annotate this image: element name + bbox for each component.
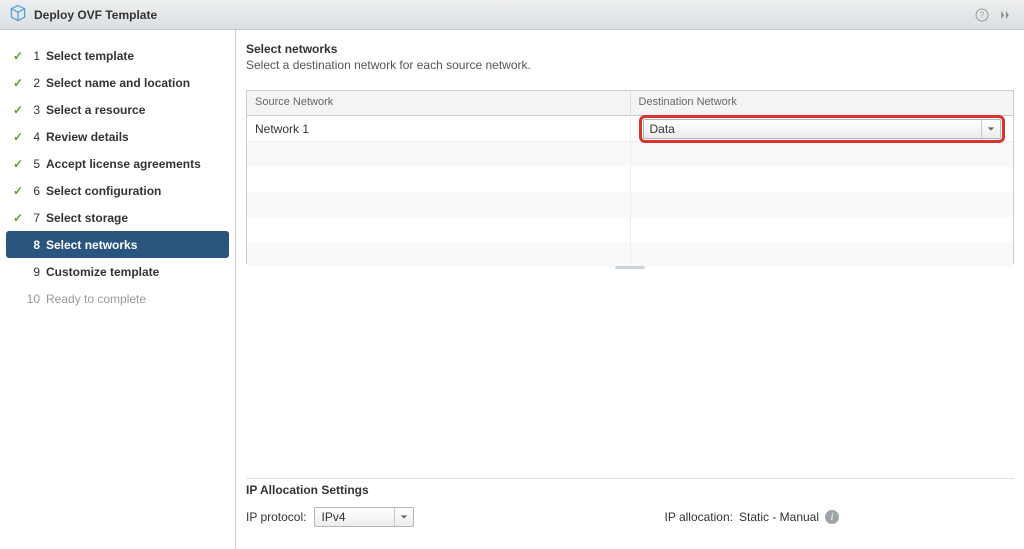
wizard-step-8[interactable]: 8Select networks: [6, 231, 229, 258]
check-icon: ✓: [10, 130, 26, 144]
step-label: Select configuration: [46, 184, 161, 198]
ovf-cube-icon: [8, 3, 28, 26]
wizard-steps-sidebar: ✓1Select template✓2Select name and locat…: [0, 30, 236, 549]
network-mapping-grid: Source Network Destination Network Netwo…: [246, 90, 1014, 264]
check-icon: ✓: [10, 76, 26, 90]
step-label: Select networks: [46, 238, 137, 252]
step-number: 4: [26, 130, 46, 144]
check-icon: ✓: [10, 211, 26, 225]
wizard-step-2[interactable]: ✓2Select name and location: [0, 69, 235, 96]
info-icon[interactable]: i: [825, 510, 839, 524]
check-icon: ✓: [10, 157, 26, 171]
step-label: Select template: [46, 49, 134, 63]
step-number: 9: [26, 265, 46, 279]
step-number: 6: [26, 184, 46, 198]
main-panel: Select networks Select a destination net…: [236, 30, 1024, 549]
page-description: Select a destination network for each so…: [246, 58, 1014, 72]
step-number: 3: [26, 103, 46, 117]
empty-row: [247, 242, 1013, 267]
step-label: Review details: [46, 130, 129, 144]
wizard-step-9[interactable]: 9Customize template: [0, 258, 235, 285]
step-number: 5: [26, 157, 46, 171]
step-number: 1: [26, 49, 46, 63]
step-label: Customize template: [46, 265, 159, 279]
help-button[interactable]: ?: [972, 5, 992, 25]
network-row[interactable]: Network 1 Data: [247, 116, 1013, 142]
destination-network-value: Data: [644, 122, 982, 136]
chevron-down-icon: [981, 120, 1000, 138]
wizard-step-6[interactable]: ✓6Select configuration: [0, 177, 235, 204]
titlebar: Deploy OVF Template ?: [0, 0, 1024, 30]
step-label: Ready to complete: [46, 292, 146, 306]
wizard-step-5[interactable]: ✓5Accept license agreements: [0, 150, 235, 177]
ip-section-title: IP Allocation Settings: [246, 483, 1014, 497]
column-header-destination[interactable]: Destination Network: [631, 91, 1014, 115]
check-icon: ✓: [10, 49, 26, 63]
ip-allocation-value: Static - Manual: [739, 510, 819, 524]
window-title: Deploy OVF Template: [34, 8, 157, 22]
step-label: Accept license agreements: [46, 157, 201, 171]
source-network-cell: Network 1: [247, 116, 631, 141]
step-number: 8: [26, 238, 46, 252]
ip-allocation-section: IP Allocation Settings IP protocol: IPv4…: [246, 483, 1014, 527]
check-icon: ✓: [10, 184, 26, 198]
column-header-source[interactable]: Source Network: [247, 91, 631, 115]
grid-resize-handle[interactable]: [246, 266, 1014, 272]
empty-row: [247, 142, 1013, 167]
step-number: 7: [26, 211, 46, 225]
highlight-annotation: Data: [639, 115, 1006, 143]
expand-button[interactable]: [996, 5, 1016, 25]
chevron-down-icon: [394, 508, 413, 526]
wizard-step-7[interactable]: ✓7Select storage: [0, 204, 235, 231]
step-number: 2: [26, 76, 46, 90]
page-title: Select networks: [246, 42, 1014, 56]
step-label: Select name and location: [46, 76, 190, 90]
wizard-step-1[interactable]: ✓1Select template: [0, 42, 235, 69]
step-label: Select storage: [46, 211, 128, 225]
wizard-step-10: 10Ready to complete: [0, 285, 235, 312]
step-label: Select a resource: [46, 103, 145, 117]
check-icon: ✓: [10, 103, 26, 117]
destination-network-dropdown[interactable]: Data: [643, 119, 1002, 139]
ip-allocation-label: IP allocation:: [664, 510, 733, 524]
empty-row: [247, 192, 1013, 217]
destination-network-cell: Data: [631, 116, 1014, 141]
empty-row: [247, 217, 1013, 242]
wizard-step-4[interactable]: ✓4Review details: [0, 123, 235, 150]
wizard-step-3[interactable]: ✓3Select a resource: [0, 96, 235, 123]
ip-protocol-label: IP protocol:: [246, 510, 306, 524]
svg-text:?: ?: [980, 10, 985, 19]
step-number: 10: [26, 292, 46, 306]
ip-protocol-value: IPv4: [315, 510, 394, 524]
ip-protocol-dropdown[interactable]: IPv4: [314, 507, 414, 527]
empty-row: [247, 167, 1013, 192]
